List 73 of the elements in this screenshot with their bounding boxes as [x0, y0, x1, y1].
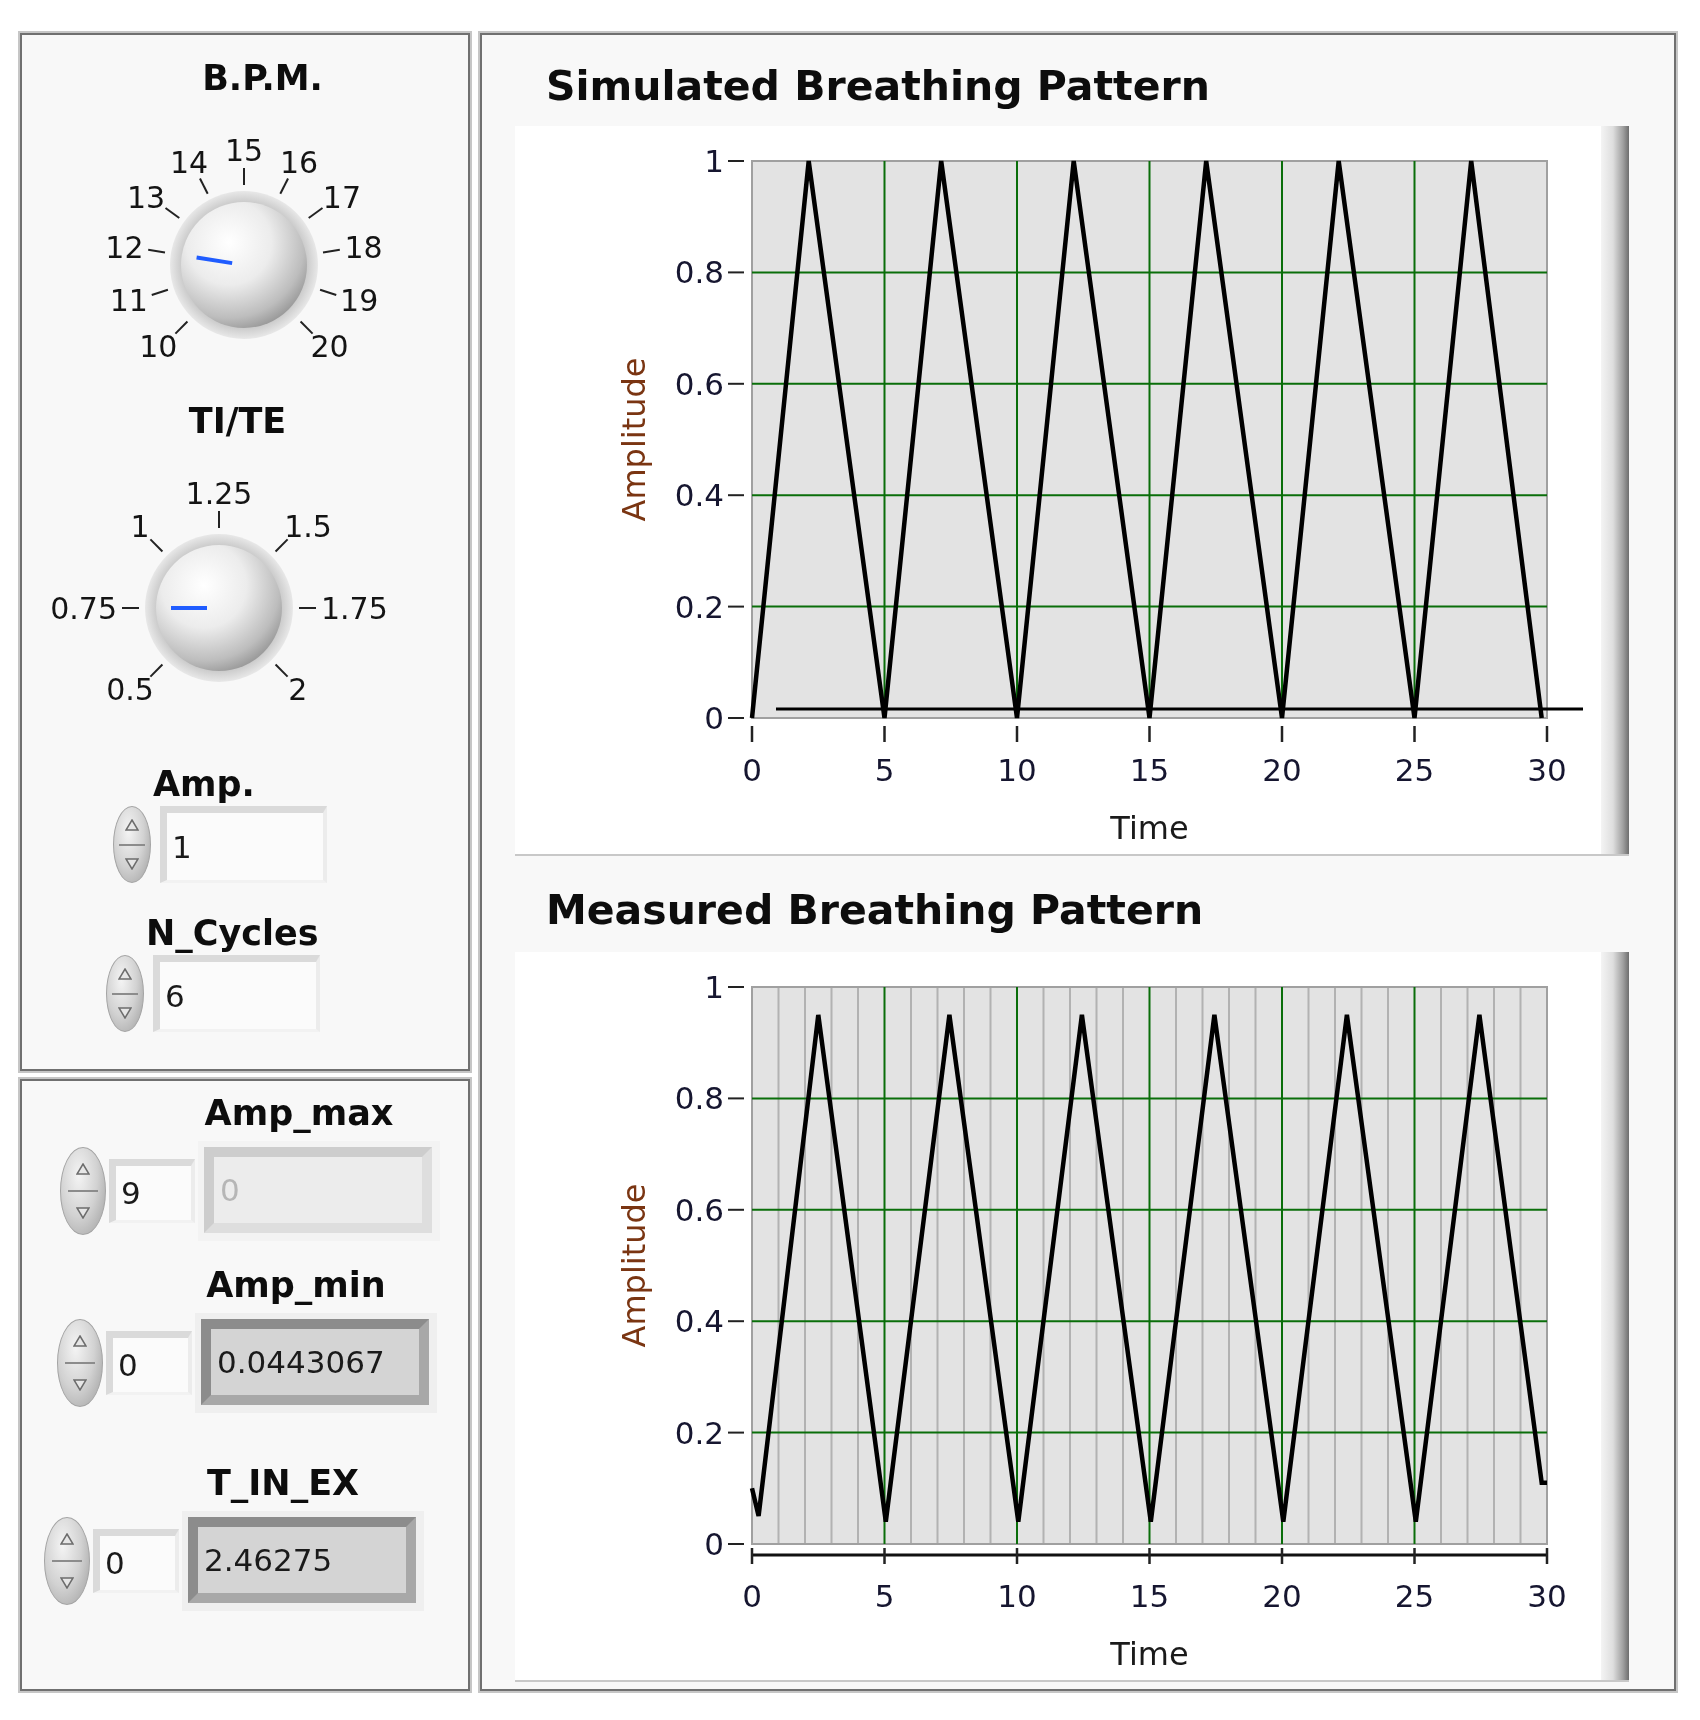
control-label: Amp.	[153, 763, 255, 806]
dial-label: 10	[139, 328, 178, 364]
axis-tick-label: 0.8	[674, 254, 724, 291]
dial-label: 0.75	[50, 590, 117, 626]
axis-tick-label: 0.6	[674, 365, 724, 402]
dial-label: 13	[126, 180, 166, 216]
dial-label: 15	[224, 132, 264, 168]
numeric-input[interactable]: 0	[106, 1331, 192, 1395]
indicator-label: Amp_max	[204, 1092, 394, 1135]
axis-tick-label: 10	[997, 1578, 1037, 1614]
dial-label: 17	[322, 180, 362, 216]
knob-label: B.P.M.	[202, 57, 323, 100]
axis-title: Amplitude	[615, 1183, 653, 1348]
axis-tick-label: 30	[1527, 1578, 1567, 1614]
up-arrow-icon[interactable]	[60, 1533, 74, 1545]
axis-tick-label: 20	[1262, 1578, 1302, 1614]
axis-tick-label: 0	[704, 700, 724, 736]
axis-tick-label: 1	[704, 969, 724, 1005]
axis-tick-label: 5	[874, 752, 895, 788]
dial-label: 1.25	[185, 475, 253, 511]
axis-tick-label: 0.8	[674, 1080, 724, 1117]
dial-label: 12	[105, 229, 144, 265]
indicator-label: Amp_min	[206, 1264, 386, 1307]
axis-tick-label: 0	[704, 1526, 724, 1562]
down-arrow-icon[interactable]	[60, 1577, 74, 1589]
axis-tick-label: 15	[1129, 752, 1170, 788]
axis-tick-label: 0	[742, 1578, 762, 1614]
axis-tick-label: 0.6	[674, 1191, 724, 1228]
numeric-input[interactable]: 0	[93, 1529, 179, 1593]
up-arrow-icon[interactable]	[118, 968, 132, 981]
down-arrow-icon[interactable]	[118, 1006, 132, 1019]
numeric-indicator: 2.46275	[182, 1511, 424, 1611]
dial-label: 18	[344, 229, 383, 265]
axis-tick-label: 0	[742, 752, 762, 788]
dial-label: 19	[340, 282, 379, 318]
axis-tick-label: 10	[997, 752, 1037, 788]
graph-title: Simulated Breathing Pattern	[546, 62, 1210, 110]
dial-label: 11	[109, 282, 148, 318]
graph-title: Measured Breathing Pattern	[546, 886, 1204, 934]
axis-tick-label: 0.4	[674, 477, 724, 514]
axis-tick-label: 25	[1394, 752, 1435, 788]
axis-tick-label: 5	[874, 1578, 895, 1614]
down-arrow-icon[interactable]	[73, 1379, 87, 1391]
axis-title: Time	[1110, 809, 1189, 847]
axis-tick-label: 0.2	[674, 588, 724, 625]
dial-label: 20	[310, 328, 349, 364]
axis-title: Amplitude	[615, 357, 653, 522]
numeric-indicator: 0.0443067	[195, 1313, 437, 1413]
axis-tick-label: 25	[1394, 1578, 1435, 1614]
dial-label: 1.5	[284, 509, 332, 545]
down-arrow-icon[interactable]	[76, 1207, 90, 1219]
dial-label: 0.5	[106, 671, 154, 707]
axis-tick-label: 0.4	[674, 1303, 724, 1340]
dial-label: 16	[279, 145, 319, 181]
up-arrow-icon[interactable]	[125, 819, 139, 832]
axis-tick-label: 15	[1129, 1578, 1170, 1614]
down-arrow-icon[interactable]	[125, 857, 139, 870]
dial-label: 1	[130, 509, 150, 545]
numeric-input[interactable]: 1	[160, 806, 327, 883]
numeric-input[interactable]: 6	[153, 955, 320, 1032]
axis-tick-label: 30	[1527, 752, 1567, 788]
dial-label: 14	[169, 145, 209, 181]
control-label: N_Cycles	[146, 912, 319, 955]
axis-tick-label: 0.2	[674, 1414, 724, 1451]
axis-tick-label: 20	[1262, 752, 1302, 788]
axis-title: Time	[1110, 1635, 1189, 1673]
dial-label: 2	[288, 671, 308, 707]
up-arrow-icon[interactable]	[73, 1335, 87, 1347]
dial-label: 1.75	[321, 590, 388, 626]
axis-tick-label: 1	[704, 143, 724, 179]
knob-label: TI/TE	[188, 400, 287, 443]
up-arrow-icon[interactable]	[76, 1163, 90, 1175]
indicator-label: T_IN_EX	[206, 1462, 360, 1505]
